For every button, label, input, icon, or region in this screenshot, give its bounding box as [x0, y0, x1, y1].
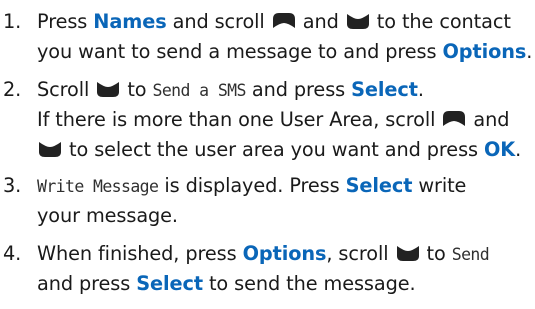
step-2-line-2: If there is more than one User Area, scr…: [0, 105, 535, 135]
step-text: .: [526, 40, 533, 63]
display-text-write-message: Write Message: [37, 177, 159, 196]
display-text-send: Send: [451, 245, 490, 264]
step-text: .: [515, 138, 522, 161]
step-text: to send the message.: [202, 272, 416, 295]
step-text: When finished, press: [37, 242, 243, 265]
step-text: to select the user area you want and pre…: [63, 138, 484, 161]
step-text: Press: [37, 10, 94, 33]
ok-softkey-label: OK: [484, 138, 516, 161]
step-text: is displayed. Press: [158, 174, 346, 197]
step-text: your message.: [37, 204, 178, 227]
step-text: .: [417, 78, 424, 101]
step-text: and scroll: [166, 10, 271, 33]
step-4: 4. When finished, press Options, scroll …: [0, 239, 535, 299]
step-text: If there is more than one User Area, scr…: [37, 108, 442, 131]
scroll-down-key-icon: [38, 139, 62, 159]
select-softkey-label: Select: [136, 272, 203, 295]
scroll-down-key-icon: [396, 243, 420, 263]
step-text: Scroll: [37, 78, 96, 101]
scroll-down-key-icon: [346, 11, 370, 31]
step-3-line-1: 3. Write Message is displayed. Press Sel…: [0, 171, 535, 201]
select-softkey-label: Select: [345, 174, 413, 197]
scroll-up-key-icon: [272, 11, 296, 31]
step-number: 1.: [3, 10, 22, 33]
step-text: and: [296, 10, 345, 33]
select-softkey-label: Select: [351, 78, 418, 101]
step-1-line-1: 1. Press Names and scroll and to the con…: [0, 7, 535, 37]
step-2: 2. Scroll to Send a SMS and press Select…: [0, 75, 535, 165]
step-number: 3.: [3, 174, 22, 197]
step-number: 2.: [3, 78, 22, 101]
step-number: 4.: [3, 242, 22, 265]
step-text: , scroll: [326, 242, 395, 265]
step-1: 1. Press Names and scroll and to the con…: [0, 7, 535, 67]
scroll-up-key-icon: [442, 109, 466, 129]
step-text: to: [121, 78, 153, 101]
step-2-line-3: to select the user area you want and pre…: [0, 135, 535, 165]
step-3-line-2: your message.: [0, 201, 535, 231]
options-softkey-label: Options: [442, 40, 527, 63]
step-text: you want to send a message to and press: [37, 40, 443, 63]
step-text: and: [467, 108, 510, 131]
step-text: and press: [245, 78, 352, 101]
step-text: to: [420, 242, 452, 265]
step-3: 3. Write Message is displayed. Press Sel…: [0, 171, 535, 231]
names-softkey-label: Names: [93, 10, 167, 33]
step-text: to the contact: [370, 10, 511, 33]
step-1-line-2: you want to send a message to and press …: [0, 37, 535, 67]
step-4-line-2: and press Select to send the message.: [0, 269, 535, 299]
step-text: and press: [37, 272, 137, 295]
options-softkey-label: Options: [242, 242, 327, 265]
display-text-send-sms: Send a SMS: [152, 81, 247, 100]
step-text: write: [412, 174, 467, 197]
step-4-line-1: 4. When finished, press Options, scroll …: [0, 239, 535, 269]
scroll-down-key-icon: [96, 79, 120, 99]
step-2-line-1: 2. Scroll to Send a SMS and press Select…: [0, 75, 535, 105]
